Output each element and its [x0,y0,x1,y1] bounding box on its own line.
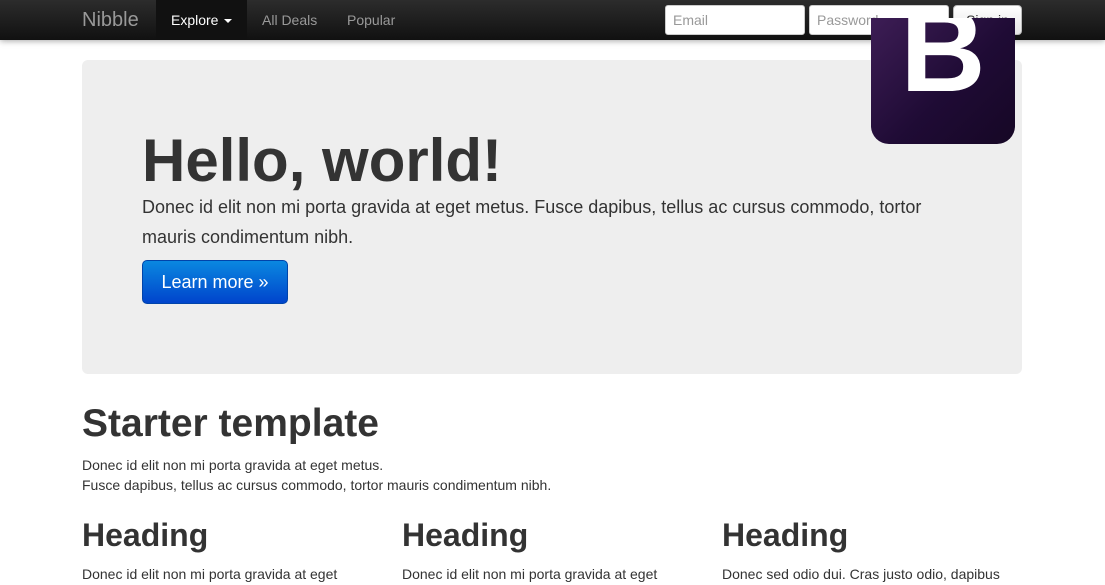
learn-more-button[interactable]: Learn more » [142,260,288,304]
hero-title: Hello, world! [142,127,502,194]
hero-text: Donec id elit non mi porta gravida at eg… [142,197,922,247]
column-3-heading: Heading [722,517,849,553]
nav-explore-label: Explore [171,12,219,28]
column-1-heading: Heading [82,517,209,553]
caret-down-icon [224,19,233,24]
section-text-line-2: Fusce dapibus, tellus ac cursus commodo,… [82,477,552,493]
column-2-heading: Heading [402,517,529,553]
nav-all-deals[interactable]: All Deals [262,0,317,40]
brand-link[interactable]: Nibble [82,0,139,40]
bootstrap-logo: B [871,18,1015,144]
section-title: Starter template [82,402,379,445]
logo-letter: B [900,18,986,117]
nav-explore-dropdown[interactable]: Explore [156,0,248,40]
section-text-line-1: Donec id elit non mi porta gravida at eg… [82,457,384,473]
email-input[interactable] [665,5,805,35]
nav-popular[interactable]: Popular [347,0,395,40]
